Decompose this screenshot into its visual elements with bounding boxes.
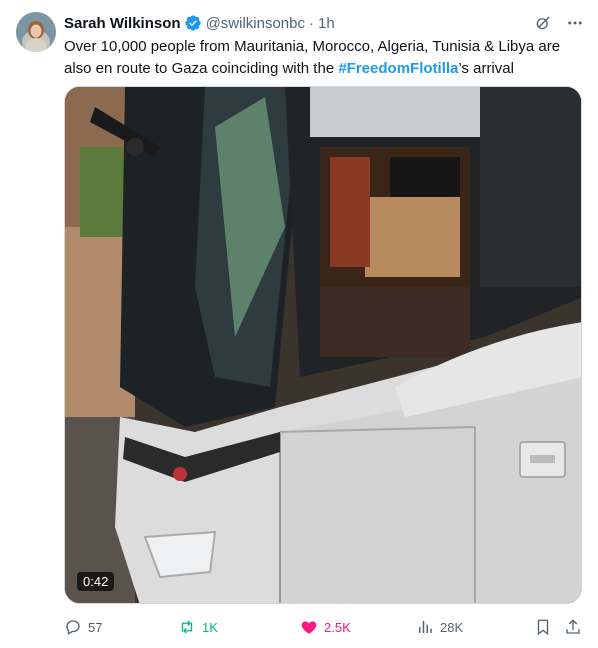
retweet-icon — [181, 620, 193, 634]
verified-badge-icon — [184, 14, 202, 32]
retweet-count: 1K — [202, 619, 218, 635]
reply-icon — [66, 620, 80, 635]
separator: · — [309, 14, 314, 32]
views-icon — [419, 621, 432, 633]
retweet-button[interactable]: 1K — [178, 618, 218, 636]
like-count: 2.5K — [324, 619, 351, 635]
like-button[interactable]: 2.5K — [300, 618, 351, 636]
tweet-header: Sarah Wilkinson @swilkinsonbc · 1h — [64, 12, 584, 34]
views-button[interactable]: 28K — [416, 618, 463, 636]
tweet-text-before-hashtag: also en route to Gaza coinciding with th… — [64, 60, 339, 77]
heart-icon — [301, 621, 317, 634]
more-icon[interactable] — [566, 14, 584, 32]
tweet-text: Over 10,000 people from Mauritania, Moro… — [64, 36, 584, 80]
avatar[interactable] — [16, 12, 56, 52]
tweet-text-line-2: also en route to Gaza coinciding with th… — [64, 58, 584, 80]
bookmark-icon — [537, 619, 549, 636]
hashtag-link[interactable]: #FreedomFlotilla — [338, 60, 458, 77]
share-button[interactable] — [564, 618, 582, 636]
tweet-text-after-hashtag: ’s arrival — [458, 60, 514, 77]
share-icon — [566, 619, 580, 634]
tweet-actions: 57 1K 2.5K 28K — [64, 614, 584, 640]
video-player[interactable]: 0:42 — [64, 86, 582, 604]
video-duration: 0:42 — [77, 572, 115, 591]
bookmark-button[interactable] — [534, 618, 552, 636]
views-count: 28K — [440, 619, 464, 635]
video-frame — [65, 87, 581, 603]
author-name[interactable]: Sarah Wilkinson — [64, 15, 181, 32]
author-handle[interactable]: @swilkinsonbc — [206, 15, 305, 32]
grok-icon[interactable] — [534, 14, 552, 32]
header-actions — [534, 12, 584, 34]
tweet-text-line-1: Over 10,000 people from Mauritania, Moro… — [64, 38, 561, 55]
reply-button[interactable]: 57 — [64, 618, 102, 636]
timestamp[interactable]: 1h — [318, 15, 335, 32]
reply-count: 57 — [88, 619, 103, 635]
